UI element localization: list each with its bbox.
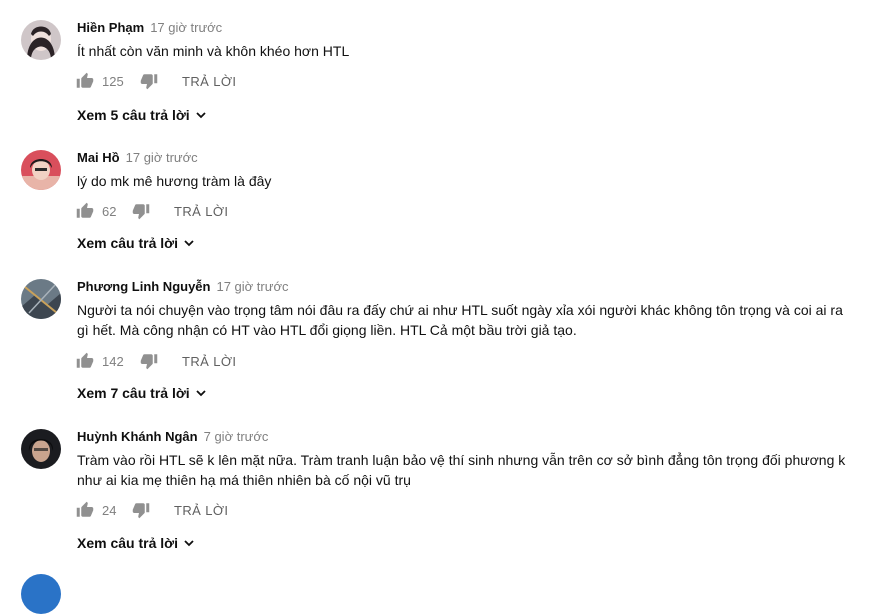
view-replies-button[interactable]: Xem 7 câu trả lời	[77, 385, 207, 401]
comment-time[interactable]: 17 giờ trước	[126, 150, 198, 165]
chevron-down-icon	[196, 112, 206, 119]
view-replies-label: Xem 7 câu trả lời	[77, 385, 190, 401]
comment-header: Phương Linh Nguyễn 17 giờ trước	[77, 279, 288, 294]
comment-time[interactable]: 17 giờ trước	[216, 279, 288, 294]
reply-button[interactable]: TRẢ LỜI	[174, 204, 228, 219]
thumbs-up-icon[interactable]	[76, 352, 94, 370]
comment-header: Hiền Phạm 17 giờ trước	[77, 20, 222, 35]
reply-button[interactable]: TRẢ LỜI	[182, 74, 236, 89]
comment-actions: 62 TRẢ LỜI	[76, 201, 228, 221]
thumbs-up-icon[interactable]	[76, 501, 94, 519]
chevron-down-icon	[196, 390, 206, 397]
view-replies-button[interactable]: Xem câu trả lời	[77, 235, 195, 251]
like-count: 24	[102, 502, 117, 518]
comment-actions: 125 TRẢ LỜI	[76, 71, 236, 91]
view-replies-button[interactable]: Xem 5 câu trả lời	[77, 107, 207, 123]
avatar[interactable]	[21, 429, 61, 469]
view-replies-label: Xem câu trả lời	[77, 235, 178, 251]
like-count: 142	[102, 353, 124, 369]
avatar[interactable]	[21, 279, 61, 319]
comment-time[interactable]: 17 giờ trước	[150, 20, 222, 35]
view-replies-label: Xem câu trả lời	[77, 535, 178, 551]
thumbs-up-icon[interactable]	[76, 72, 94, 90]
comment-text: Người ta nói chuyện vào trọng tâm nói đâ…	[77, 302, 843, 338]
comment-text: lý do mk mê hương tràm là đây	[77, 173, 272, 189]
reply-button[interactable]: TRẢ LỜI	[174, 503, 228, 518]
thumbs-down-icon[interactable]	[140, 352, 158, 370]
like-count: 62	[102, 203, 117, 219]
comment-time[interactable]: 7 giờ trước	[204, 429, 269, 444]
comment-actions: 142 TRẢ LỜI	[76, 351, 236, 371]
comment-author[interactable]: Mai Hồ	[77, 150, 120, 165]
chevron-down-icon	[184, 540, 194, 547]
avatar[interactable]	[21, 150, 61, 190]
comment-author[interactable]: Huỳnh Khánh Ngân	[77, 429, 198, 444]
thumbs-down-icon[interactable]	[140, 72, 158, 90]
view-replies-label: Xem 5 câu trả lời	[77, 107, 190, 123]
like-count: 125	[102, 73, 124, 89]
reply-button[interactable]: TRẢ LỜI	[182, 354, 236, 369]
avatar[interactable]	[21, 20, 61, 60]
thumbs-down-icon[interactable]	[132, 202, 150, 220]
comment-header: Mai Hồ 17 giờ trước	[77, 150, 198, 165]
comment-actions: 24 TRẢ LỜI	[76, 500, 228, 520]
avatar[interactable]	[21, 574, 61, 614]
comment-author[interactable]: Phương Linh Nguyễn	[77, 279, 210, 294]
comment-text: Ít nhất còn văn minh và khôn khéo hơn HT…	[77, 43, 350, 59]
comment-author[interactable]: Hiền Phạm	[77, 20, 144, 35]
chevron-down-icon	[184, 240, 194, 247]
view-replies-button[interactable]: Xem câu trả lời	[77, 535, 195, 551]
thumbs-up-icon[interactable]	[76, 202, 94, 220]
comment-header: Huỳnh Khánh Ngân 7 giờ trước	[77, 429, 268, 444]
thumbs-down-icon[interactable]	[132, 501, 150, 519]
comment-text: Tràm vào rồi HTL sẽ k lên mặt nữa. Tràm …	[77, 452, 846, 488]
